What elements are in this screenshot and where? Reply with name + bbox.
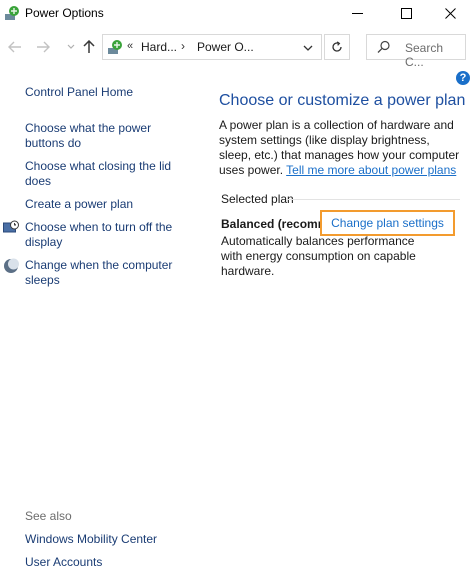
title-bar: Power Options	[0, 0, 470, 28]
back-button[interactable]	[6, 38, 24, 56]
create-power-plan-link[interactable]: Create a power plan	[25, 197, 133, 212]
display-clock-icon	[3, 220, 19, 236]
see-also-heading: See also	[25, 509, 72, 523]
power-options-icon	[4, 5, 20, 21]
change-plan-settings-link[interactable]: Change plan settings	[320, 210, 455, 236]
search-input[interactable]: Search C...	[366, 34, 466, 69]
power-plans-help-link[interactable]: Tell me more about power plans	[286, 163, 456, 177]
breadcrumb-power-options[interactable]: Power O...	[197, 40, 254, 54]
computer-sleeps-link[interactable]: Change when the computer sleeps	[25, 258, 185, 288]
help-icon[interactable]: ?	[456, 71, 470, 85]
close-button[interactable]	[430, 0, 470, 26]
breadcrumb-separator[interactable]: ›	[181, 39, 185, 53]
plan-radio-label[interactable]: Balanced (recommended)	[221, 217, 321, 231]
chevron-down-icon	[67, 44, 75, 49]
selected-plan-label: Selected plan	[221, 192, 294, 206]
search-icon	[377, 40, 391, 54]
window-title: Power Options	[25, 6, 104, 20]
turn-off-display-link[interactable]: Choose when to turn off the display	[25, 220, 185, 250]
page-title: Choose or customize a power plan	[219, 92, 466, 109]
minimize-button[interactable]	[337, 0, 377, 26]
refresh-button[interactable]	[324, 34, 350, 60]
search-placeholder: Search C...	[405, 41, 444, 69]
user-accounts-link[interactable]: User Accounts	[25, 555, 102, 570]
maximize-button[interactable]	[386, 0, 426, 26]
chevron-down-icon	[303, 45, 313, 51]
power-buttons-link[interactable]: Choose what the power buttons do	[25, 121, 175, 151]
arrow-right-icon	[37, 41, 50, 53]
power-plan-description: A power plan is a collection of hardware…	[219, 118, 463, 178]
plan-description: Automatically balances performance with …	[221, 234, 416, 278]
recent-locations-button[interactable]	[62, 38, 80, 56]
breadcrumb-overflow[interactable]: «	[127, 40, 133, 52]
arrow-left-icon	[8, 41, 21, 53]
closing-lid-link[interactable]: Choose what closing the lid does	[25, 159, 185, 189]
forward-button[interactable]	[34, 38, 52, 56]
power-options-icon	[107, 39, 123, 55]
address-dropdown-button[interactable]	[302, 41, 314, 53]
refresh-icon	[332, 41, 342, 52]
windows-mobility-center-link[interactable]: Windows Mobility Center	[25, 532, 157, 547]
close-icon	[444, 7, 456, 19]
arrow-up-icon	[83, 40, 95, 53]
up-button[interactable]	[80, 38, 98, 56]
address-bar[interactable]: « Hard... › Power O...	[102, 34, 322, 60]
minimize-icon	[351, 12, 363, 14]
control-panel-home-link[interactable]: Control Panel Home	[25, 85, 133, 100]
maximize-icon	[400, 7, 412, 19]
section-divider	[287, 199, 460, 200]
sleep-moon-icon	[3, 258, 19, 274]
breadcrumb-hardware[interactable]: Hard...	[141, 40, 177, 54]
